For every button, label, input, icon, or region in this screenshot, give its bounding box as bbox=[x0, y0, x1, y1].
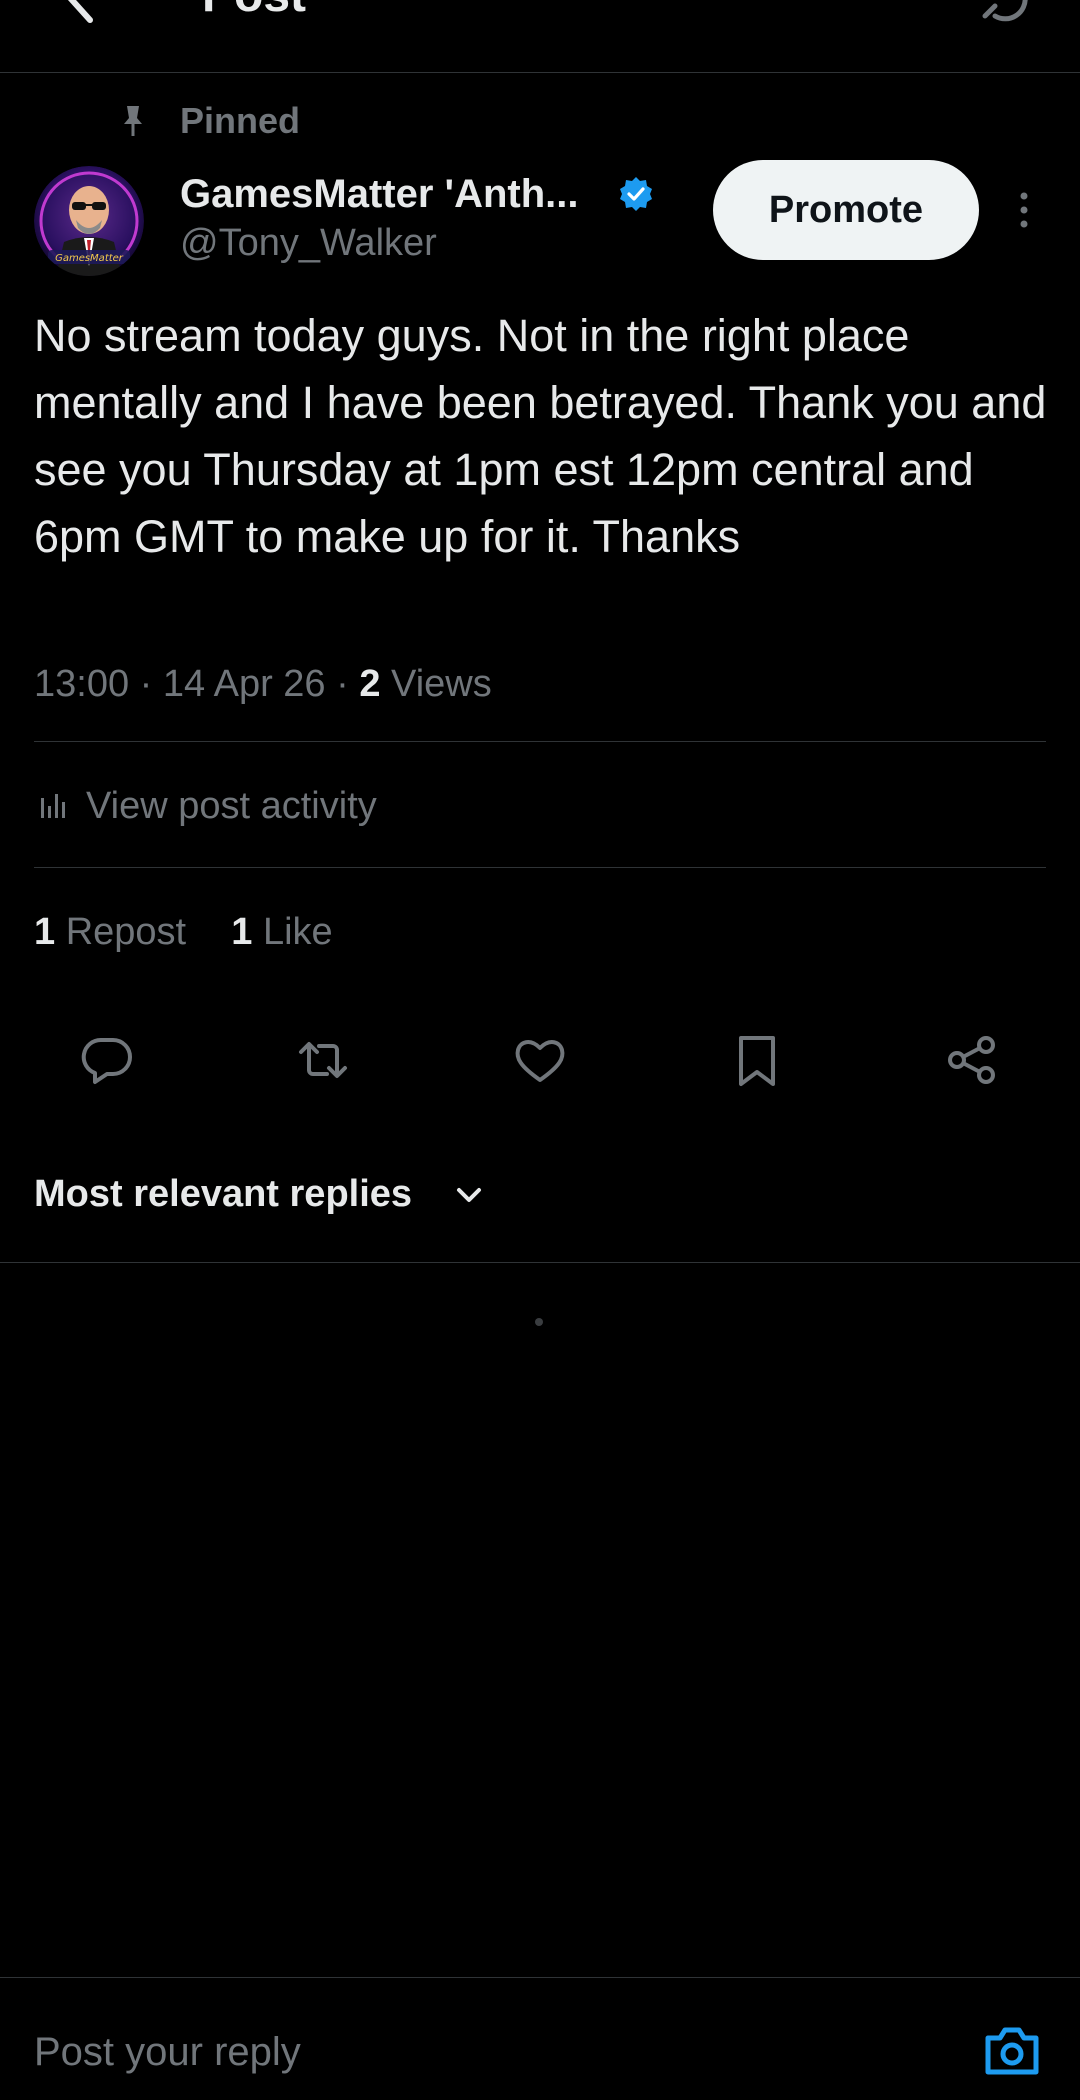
post-text: No stream today guys. Not in the right p… bbox=[34, 310, 1047, 562]
reply-button[interactable] bbox=[77, 1030, 137, 1090]
svg-text:GamesMatter: GamesMatter bbox=[55, 253, 124, 264]
reply-input[interactable]: Post your reply bbox=[34, 2024, 301, 2080]
post-time: 13:00 bbox=[34, 663, 130, 705]
divider bbox=[0, 1262, 1080, 1263]
likes-stat[interactable]: 1 Like bbox=[231, 911, 332, 953]
chevron-down-icon[interactable] bbox=[452, 1180, 486, 1210]
avatar[interactable]: GamesMatter bbox=[34, 166, 144, 276]
promote-button[interactable]: Promote bbox=[713, 160, 979, 260]
camera-icon[interactable] bbox=[982, 2022, 1042, 2080]
engagement-stats: 1 Repost 1 Like bbox=[34, 906, 333, 958]
views-count: 2 bbox=[359, 663, 381, 705]
bookmark-button[interactable] bbox=[727, 1030, 787, 1090]
repost-label: Repost bbox=[65, 911, 187, 953]
post-date: 14 Apr 26 bbox=[162, 663, 326, 705]
post-meta: 13:00 · 14 Apr 26 · 2 Views bbox=[34, 663, 492, 705]
loading-indicator bbox=[535, 1318, 543, 1326]
divider bbox=[34, 867, 1046, 868]
pinned-label: Pinned bbox=[180, 100, 301, 141]
back-arrow-icon[interactable] bbox=[50, 0, 110, 30]
more-options-icon[interactable] bbox=[1012, 188, 1036, 232]
verified-badge-icon bbox=[620, 177, 652, 211]
like-label: Like bbox=[262, 911, 333, 953]
bookmark-icon bbox=[739, 1036, 775, 1086]
author-name[interactable]: GamesMatter 'Anth... bbox=[180, 170, 578, 218]
page-title: Post bbox=[202, 0, 306, 20]
share-icon bbox=[948, 1036, 995, 1084]
view-post-activity-link[interactable]: View post activity bbox=[86, 780, 377, 832]
reply-icon bbox=[81, 1037, 132, 1084]
replies-sort-selector[interactable]: Most relevant replies bbox=[34, 1166, 412, 1222]
like-button[interactable] bbox=[510, 1030, 570, 1090]
like-count: 1 bbox=[231, 911, 253, 953]
reposts-stat[interactable]: 1 Repost bbox=[34, 911, 197, 953]
author-handle[interactable]: @Tony_Walker bbox=[180, 220, 437, 266]
top-bar: Post bbox=[0, 0, 1080, 73]
reply-settings-icon[interactable] bbox=[975, 0, 1035, 24]
repost-button[interactable] bbox=[293, 1030, 353, 1090]
repost-icon bbox=[299, 1042, 347, 1078]
repost-count: 1 bbox=[34, 911, 56, 953]
share-button[interactable] bbox=[942, 1030, 1002, 1090]
analytics-icon bbox=[41, 794, 65, 818]
views-label: Views bbox=[391, 663, 492, 705]
composer-divider bbox=[0, 1977, 1080, 1978]
like-icon bbox=[515, 1040, 565, 1082]
pin-icon bbox=[124, 106, 142, 136]
divider bbox=[34, 741, 1046, 742]
